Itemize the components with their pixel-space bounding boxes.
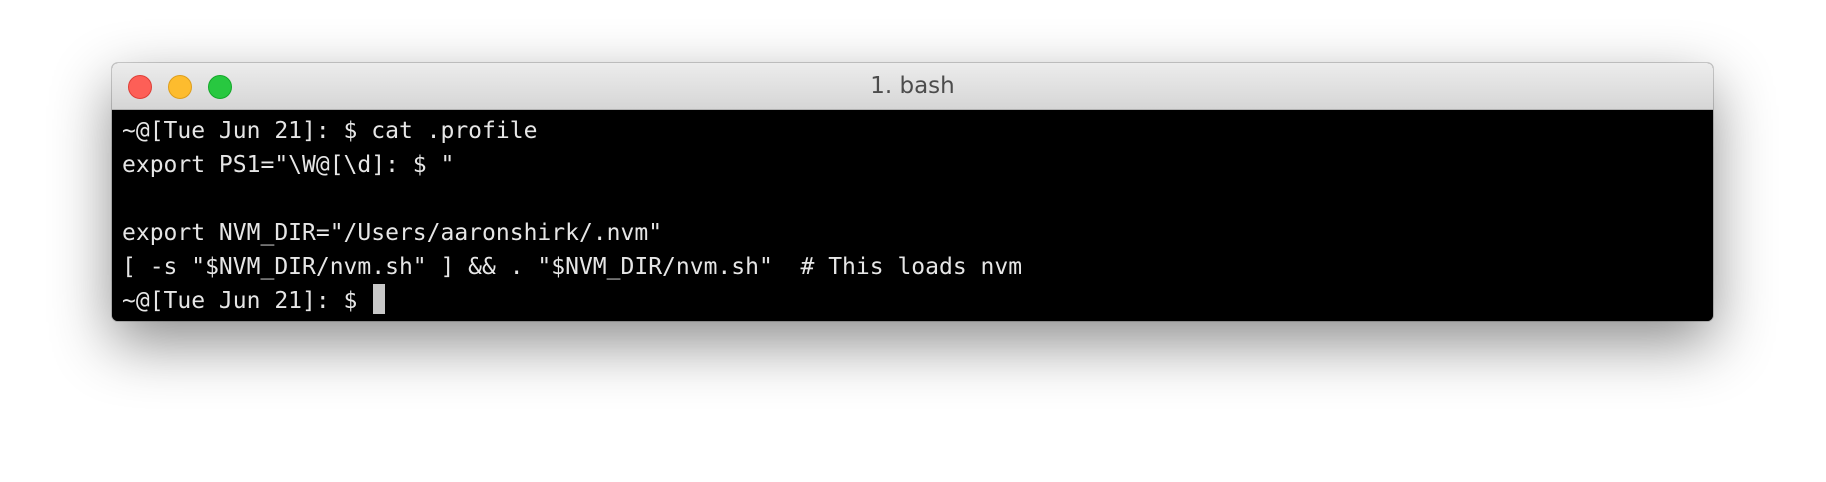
terminal-line: export NVM_DIR="/Users/aaronshirk/.nvm" [122, 220, 663, 246]
terminal-line: [ -s "$NVM_DIR/nvm.sh" ] && . "$NVM_DIR/… [122, 254, 1023, 280]
terminal-output[interactable]: ~@[Tue Jun 21]: $ cat .profile export PS… [112, 110, 1713, 321]
prompt-text: ~@[Tue Jun 21]: $ [122, 288, 372, 314]
terminal-line: export PS1="\W@[\d]: $ " [122, 152, 455, 178]
title-bar[interactable]: 1. bash [112, 63, 1713, 110]
window-title: 1. bash [870, 73, 955, 99]
terminal-window: 1. bash ~@[Tue Jun 21]: $ cat .profile e… [112, 63, 1713, 321]
terminal-line: ~@[Tue Jun 21]: $ cat .profile [122, 118, 538, 144]
prompt-line[interactable]: ~@[Tue Jun 21]: $ [122, 284, 1713, 318]
text-cursor [373, 284, 386, 314]
